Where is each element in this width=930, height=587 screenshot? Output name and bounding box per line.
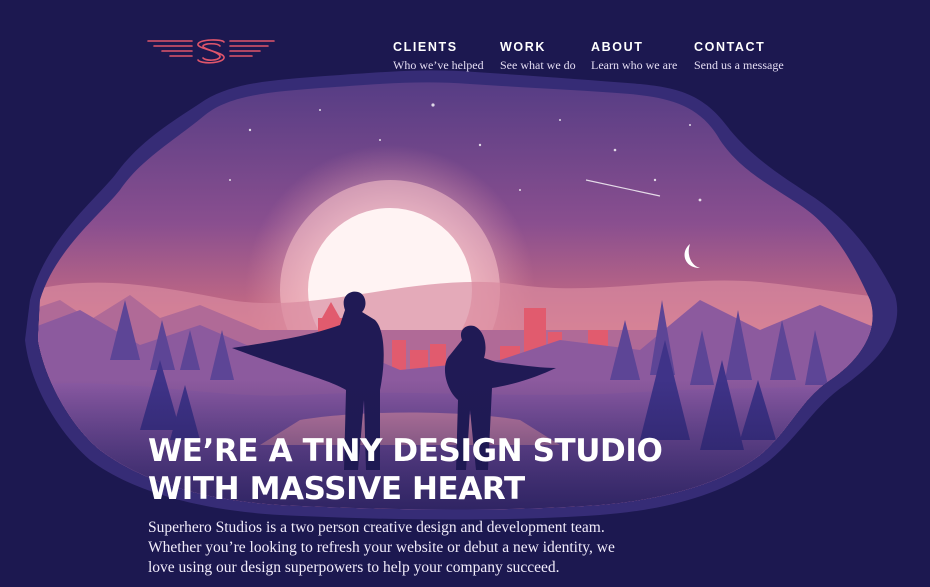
nav-item-contact-subtitle[interactable]: Send us a message — [694, 58, 784, 73]
nav-item-about-subtitle[interactable]: Learn who we are — [591, 58, 677, 73]
hero-headline: WE’RE A TINY DESIGN STUDIO WITH MASSIVE … — [148, 432, 748, 508]
nav-item-work-subtitle[interactable]: See what we do — [500, 58, 576, 73]
nav-item-work-title[interactable]: WORK — [500, 40, 576, 54]
hero-description: Superhero Studios is a two person creati… — [148, 519, 615, 576]
nav-item-contact[interactable]: CONTACT Send us a message — [694, 40, 784, 73]
nav-item-about-title[interactable]: ABOUT — [591, 40, 677, 54]
nav-item-contact-title[interactable]: CONTACT — [694, 40, 784, 54]
nav-item-clients-subtitle[interactable]: Who we’ve helped — [393, 58, 484, 73]
hero-headline-line1: WE’RE A TINY DESIGN STUDIO — [148, 433, 663, 469]
nav-item-clients-title[interactable]: CLIENTS — [393, 40, 484, 54]
hero-section: WE’RE A TINY DESIGN STUDIO WITH MASSIVE … — [148, 432, 748, 578]
main-nav: CLIENTS Who we’ve helped WORK See what w… — [0, 40, 930, 80]
nav-item-clients[interactable]: CLIENTS Who we’ve helped — [393, 40, 484, 73]
nav-item-about[interactable]: ABOUT Learn who we are — [591, 40, 677, 73]
nav-item-work[interactable]: WORK See what we do — [500, 40, 576, 73]
hero-headline-line2: WITH MASSIVE HEART — [148, 471, 525, 507]
